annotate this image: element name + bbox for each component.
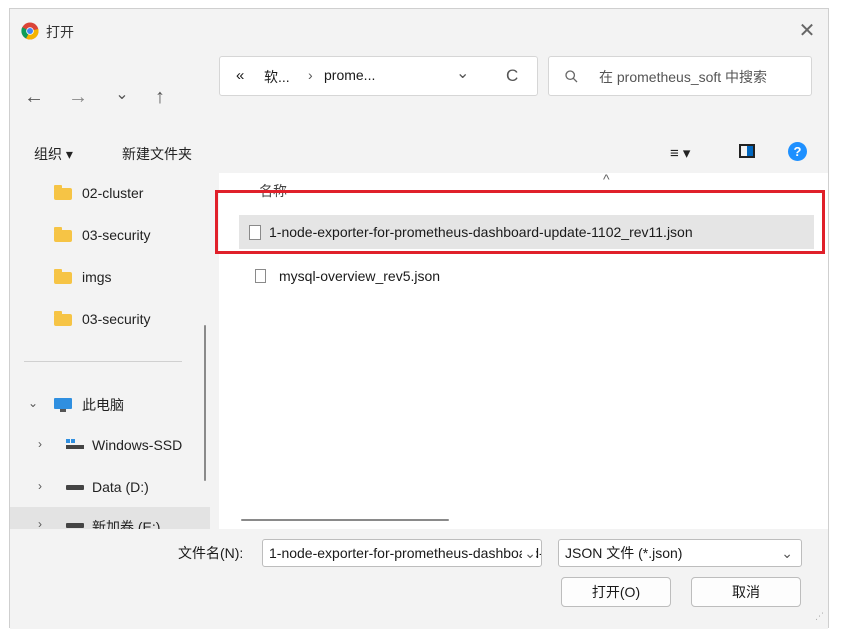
sidebar-item-label: 02-cluster [82, 185, 144, 201]
file-row[interactable]: mysql-overview_rev5.json [239, 260, 814, 294]
refresh-button[interactable]: C [506, 66, 518, 86]
organize-menu[interactable]: 组织 ▾ [34, 144, 73, 164]
folder-icon [54, 185, 72, 200]
address-dropdown-button[interactable]: ⌄ [456, 63, 469, 83]
sidebar-item-03-security-2[interactable]: 03-security [10, 301, 210, 337]
close-button[interactable]: ✕ [794, 18, 820, 44]
up-button[interactable]: ↑ [148, 85, 172, 109]
sidebar-item-label: 此电脑 [82, 397, 124, 413]
sidebar-item-windows-ssd[interactable]: › Windows-SSD [10, 427, 210, 463]
folder-icon [54, 227, 72, 242]
computer-icon [54, 398, 72, 412]
chevron-down-icon[interactable]: ⌄ [28, 396, 38, 410]
sidebar-item-label: 新加卷 (E:) [92, 519, 161, 529]
sidebar-divider [24, 361, 182, 362]
resize-grip-icon[interactable]: ⋰ [815, 611, 824, 622]
breadcrumb-item-1[interactable]: 软... [264, 67, 290, 87]
address-bar[interactable]: « 软... › prome... ⌄ C [219, 56, 538, 96]
filename-input-value: 1-node-exporter-for-prometheus-dashboard… [269, 545, 541, 561]
title-bar: 打开 ✕ [10, 9, 828, 53]
chevron-down-icon[interactable]: ⌄ [522, 540, 536, 566]
sidebar-item-label: 03-security [82, 227, 151, 243]
cancel-button[interactable]: 取消 [691, 577, 801, 607]
filetype-select-value: JSON 文件 (*.json) [565, 545, 683, 561]
sidebar-item-data-d[interactable]: › Data (D:) [10, 469, 210, 505]
view-options-button[interactable]: ≡ ▾ [670, 144, 690, 162]
sidebar-scrollbar[interactable] [204, 325, 206, 481]
sidebar-item-03-security[interactable]: 03-security [10, 217, 210, 253]
filename-input[interactable]: 1-node-exporter-for-prometheus-dashboard… [262, 539, 542, 567]
chevron-right-icon[interactable]: › [38, 437, 42, 451]
recent-locations-button[interactable]: ⌄ [110, 83, 134, 107]
search-placeholder: 在 prometheus_soft 中搜索 [599, 69, 768, 85]
filetype-select[interactable]: JSON 文件 (*.json) ⌄ [558, 539, 802, 567]
chevron-down-icon[interactable]: ⌄ [781, 540, 793, 566]
search-box[interactable]: 在 prometheus_soft 中搜索 [548, 56, 812, 96]
new-folder-button[interactable]: 新建文件夹 [122, 144, 192, 164]
windows-drive-icon [66, 439, 84, 449]
window-title: 打开 [46, 24, 74, 40]
open-button[interactable]: 打开(O) [561, 577, 671, 607]
file-open-dialog: 打开 ✕ ← → ⌄ ↑ « 软... › prome... ⌄ C 在 pro… [9, 8, 829, 629]
highlight-annotation-box [215, 190, 825, 254]
sidebar-item-imgs[interactable]: imgs [10, 259, 210, 295]
sort-indicator-icon: ^ [603, 171, 610, 187]
sidebar-item-new-volume-e[interactable]: › 新加卷 (E:) [10, 507, 210, 529]
sidebar-item-02-cluster[interactable]: 02-cluster [10, 175, 210, 211]
chrome-icon [21, 22, 39, 40]
chevron-right-icon[interactable]: › [38, 517, 42, 529]
chevron-right-icon[interactable]: › [38, 479, 42, 493]
sidebar-item-label: Data (D:) [92, 479, 149, 495]
forward-button[interactable]: → [66, 85, 90, 109]
help-icon[interactable]: ? [788, 142, 807, 161]
folder-icon [54, 269, 72, 284]
search-icon [565, 70, 578, 83]
breadcrumb-separator: › [308, 67, 313, 83]
file-name: mysql-overview_rev5.json [279, 268, 441, 284]
sidebar-item-label: Windows-SSD [92, 437, 183, 453]
drive-icon [66, 523, 84, 528]
breadcrumb-overflow[interactable]: « [236, 67, 244, 84]
dialog-footer: 文件名(N): 1-node-exporter-for-prometheus-d… [10, 529, 828, 629]
horizontal-scrollbar[interactable] [241, 519, 449, 521]
filename-label: 文件名(N): [178, 545, 244, 561]
sidebar-item-label: imgs [82, 269, 112, 285]
breadcrumb-item-2[interactable]: prome... [324, 67, 375, 83]
back-button[interactable]: ← [22, 85, 46, 109]
sidebar-item-label: 03-security [82, 311, 151, 327]
sidebar-item-this-pc[interactable]: ⌄ 此电脑 [10, 385, 210, 421]
folder-icon [54, 311, 72, 326]
preview-pane-icon[interactable] [739, 144, 755, 158]
navigation-pane: 02-cluster 03-security imgs 03-security … [10, 173, 218, 529]
drive-icon [66, 485, 84, 490]
json-file-icon [255, 269, 266, 283]
